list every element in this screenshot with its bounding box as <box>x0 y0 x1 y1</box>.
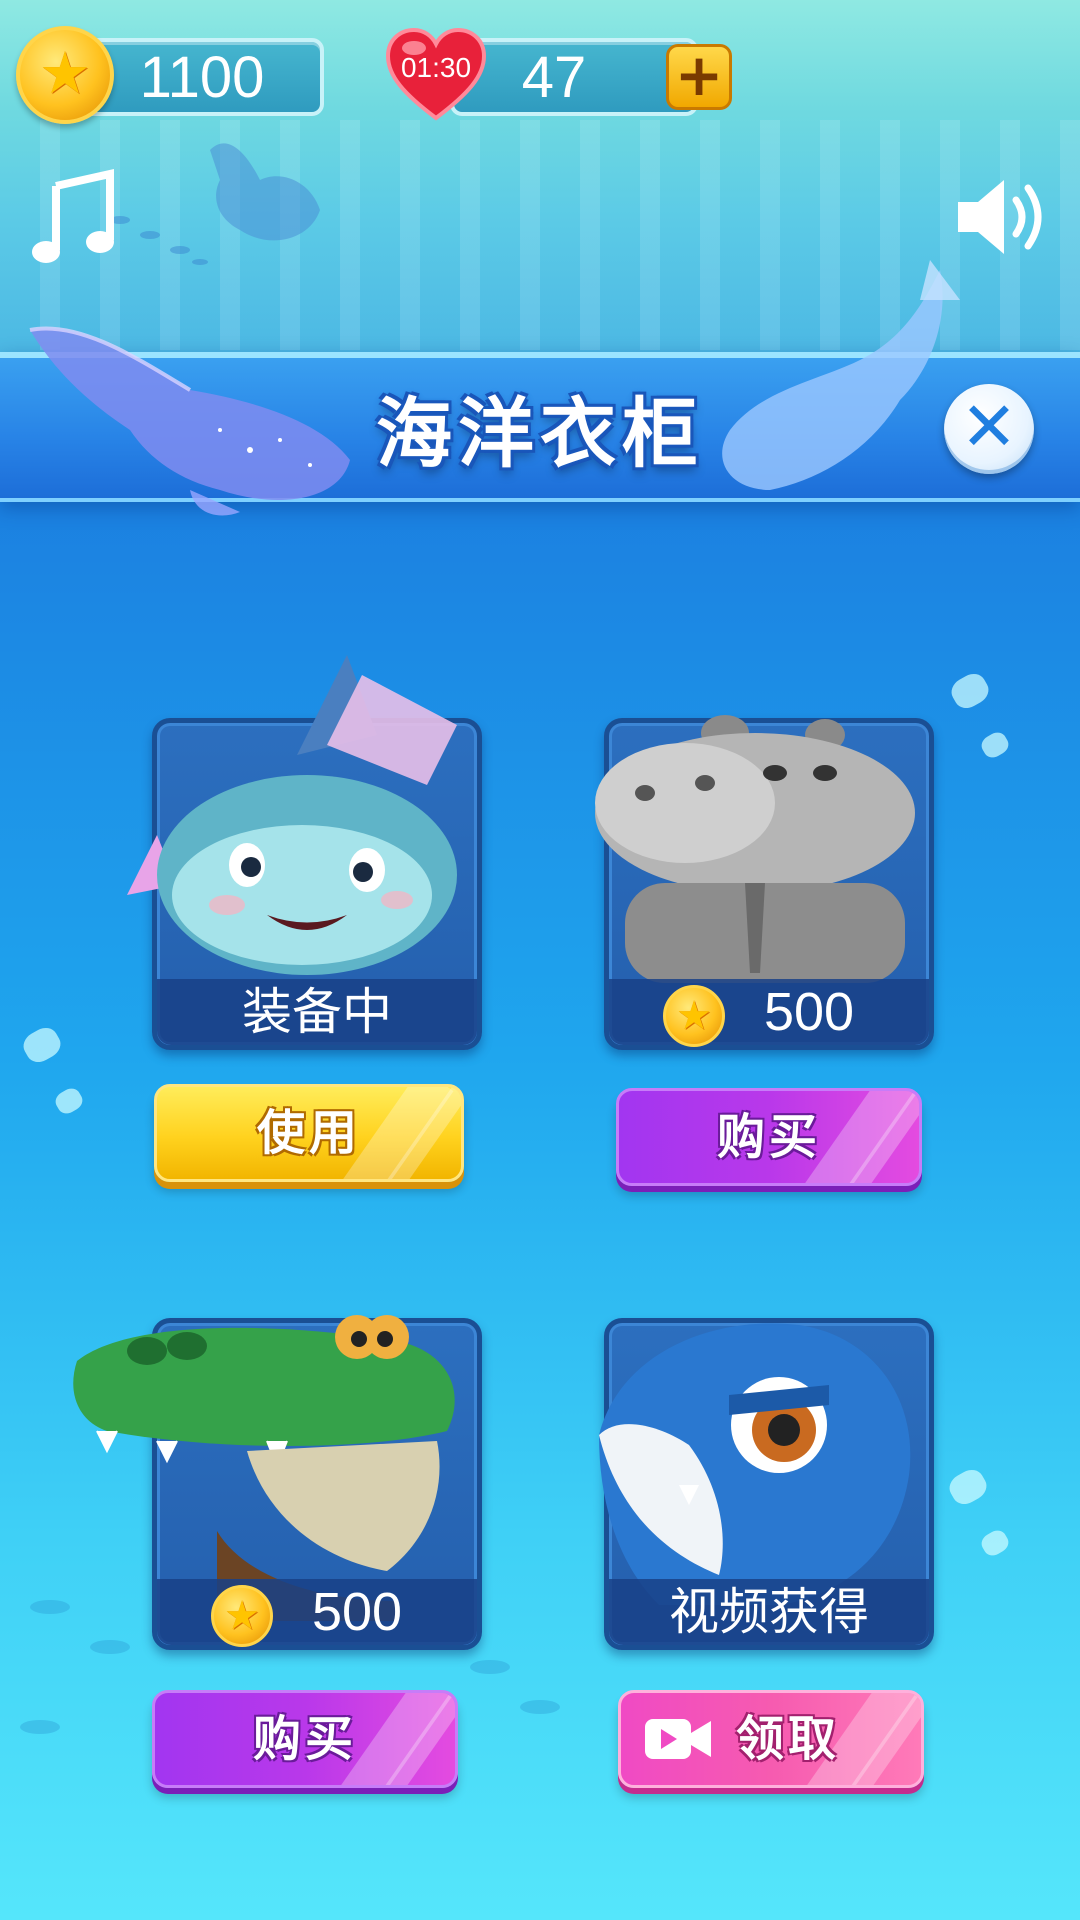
claim-button[interactable]: 领取 <box>618 1690 924 1788</box>
fish-shadow <box>470 1660 510 1674</box>
price-label: 500 <box>311 1582 403 1642</box>
skin-card-shark[interactable]: 视频获得 <box>599 1318 934 1650</box>
bubble <box>18 1023 66 1067</box>
use-button-label: 使用 <box>256 1105 361 1161</box>
price-label: 500 <box>763 982 855 1042</box>
speaker-icon <box>958 180 1042 254</box>
close-icon: ✕ <box>960 388 1018 467</box>
page-title: 海洋衣柜 <box>376 389 704 478</box>
plus-icon: + <box>674 41 724 109</box>
music-toggle-button[interactable] <box>28 168 118 268</box>
buy-button-crocodile[interactable]: 购买 <box>152 1690 458 1788</box>
bubble <box>946 669 994 713</box>
coin-amount: 1100 <box>139 45 265 110</box>
shark-creature <box>599 1323 911 1605</box>
bubble <box>944 1465 992 1509</box>
buy-button-label: 购买 <box>252 1711 357 1767</box>
video-unlock-label: 视频获得 <box>669 1583 869 1641</box>
equipped-label: 装备中 <box>242 983 392 1041</box>
close-button[interactable]: ✕ <box>944 384 1034 474</box>
bubble <box>978 728 1012 762</box>
hippo-creature <box>595 715 915 983</box>
buy-button-label: 购买 <box>716 1109 821 1165</box>
crocodile-creature <box>73 1315 455 1621</box>
bubble <box>978 1526 1012 1560</box>
buy-button-hippo[interactable]: 购买 <box>616 1088 922 1186</box>
use-button[interactable]: 使用 <box>154 1084 464 1182</box>
lives-timer: 01:30 <box>400 52 472 83</box>
fish-shadow <box>90 1640 130 1654</box>
fish-shadow <box>30 1600 70 1614</box>
fish-shadow <box>520 1700 560 1714</box>
skin-card-crocodile[interactable]: ★ 500 <box>73 1315 482 1650</box>
sound-toggle-button[interactable] <box>952 172 1052 262</box>
claim-button-label: 领取 <box>735 1711 840 1767</box>
fish-shadow <box>20 1720 60 1734</box>
coin-star-icon: ★ <box>16 26 114 124</box>
music-note-icon <box>32 169 114 263</box>
wardrobe-screen: 1100 ★ 47 01:30 + 海洋衣柜 ✕ 装备中 ★ 500 ★ 500… <box>0 0 1080 1920</box>
skin-card-hippo[interactable]: ★ 500 <box>595 715 934 1050</box>
coin-counter: 1100 <box>78 38 324 116</box>
bubble <box>52 1084 86 1118</box>
skin-card-blue-fish[interactable]: 装备中 <box>127 655 482 1050</box>
blue-fish-creature <box>127 655 457 975</box>
add-lives-button[interactable]: + <box>666 41 732 110</box>
fish-school <box>110 216 208 265</box>
